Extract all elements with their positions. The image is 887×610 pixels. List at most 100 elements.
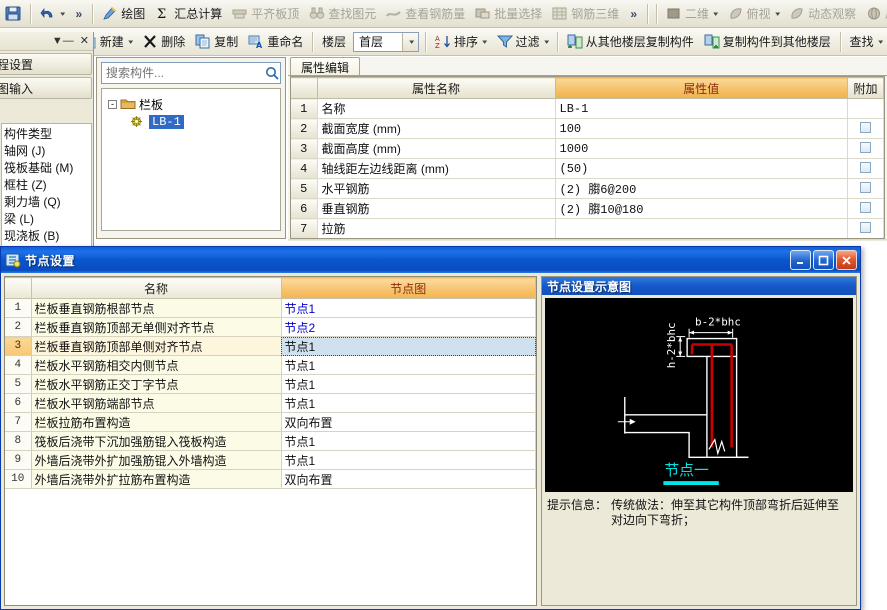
sidebar-item-cast-slab[interactable]: 现浇板 (B) [2,228,91,245]
tree-node-root[interactable]: - 栏板 [108,95,280,113]
close-button[interactable] [836,250,857,270]
table-row[interactable]: 5 栏板水平钢筋正交丁字节点 节点1 [5,374,536,394]
row-node[interactable]: 节点1 [281,431,536,451]
copy-button[interactable]: 复制 [190,31,243,53]
row-node[interactable]: 节点1 [281,450,536,470]
property-value[interactable]: (2) 䐢10@180 [555,198,848,219]
table-row[interactable]: 7 拉筋 [291,218,884,238]
table-row[interactable]: 10 外墙后浇带外扩拉筋布置构造 双向布置 [5,469,536,489]
attach-checkbox[interactable] [860,141,871,153]
chevron-down-icon[interactable]: ▾ [60,10,65,18]
table-row[interactable]: 8 筏板后浇带下沉加强筋锟入筏板构造 节点1 [5,431,536,451]
draw-button[interactable]: 绘图 [97,3,150,25]
collapse-icon[interactable]: - [108,99,117,109]
maximize-button[interactable] [813,250,834,270]
view-2d-button[interactable]: 二维 ▾ [661,3,723,25]
chevron-down-icon[interactable]: ▾ [482,38,487,46]
row-node[interactable]: 节点1 [281,393,536,413]
toolbar-view-group: 二维 ▾ 俯视 ▾ 动态观察 [661,1,887,27]
sidebar-item-beam[interactable]: 梁 (L) [2,211,91,228]
table-row[interactable]: 2 栏板垂直钢筋顶部无单侧对齐节点 节点2 [5,317,536,337]
table-row[interactable]: 7 栏板拉筋布置构造 双向布置 [5,412,536,432]
attach-checkbox[interactable] [860,181,871,193]
property-table-wrap[interactable]: 属性名称 属性值 附加 1 名称 LB-1 2 截面宽度 (mm) 100 3 … [290,76,885,239]
copy-from-other-floor-button[interactable]: 从其他楼层复制构件 [562,31,699,53]
rename-button[interactable]: A 重命名 [243,31,308,53]
pin-icon[interactable]: ▼— [52,35,74,47]
table-row[interactable]: 4 栏板水平钢筋相交内侧节点 节点1 [5,355,536,375]
dialog-titlebar[interactable]: 节点设置 [1,247,860,273]
table-row[interactable]: 6 垂直钢筋 (2) 䐢10@180 [291,198,884,219]
property-value[interactable]: (50) [555,158,848,179]
attach-checkbox[interactable] [860,121,871,133]
attach-checkbox[interactable] [860,201,871,213]
dynamic-observe-button[interactable]: 动态观察 [784,3,861,25]
row-node[interactable]: 双向布置 [281,469,536,489]
minimize-button[interactable] [790,250,811,270]
table-row[interactable]: 5 水平钢筋 (2) 䐢6@200 [291,178,884,199]
row-node[interactable]: 节点1 [281,374,536,394]
search-box[interactable] [101,62,281,84]
find-element-button[interactable]: 查找图元 [304,3,381,25]
folder-icon [120,97,136,112]
tree-node-lb1[interactable]: LB-1 [108,113,280,131]
table-row[interactable]: 4 轴线距左边线距离 (mm) (50) [291,158,884,179]
property-value[interactable]: (2) 䐢6@200 [555,178,848,199]
row-node[interactable]: 节点1 [281,355,536,375]
sort-button[interactable]: A Z 排序 ▾ [430,31,492,53]
sidebar-item-shear-wall[interactable]: 剩力墙 (Q) [2,194,91,211]
toolbar-main-overflow-button[interactable]: » [624,7,643,21]
table-row[interactable]: 1 栏板垂直钢筋根部节点 节点1 [5,298,536,318]
delete-button[interactable]: 删除 [137,31,190,53]
search-icon[interactable] [265,63,280,83]
attach-checkbox[interactable] [860,221,871,233]
copy-to-other-floor-button[interactable]: 复制构件到其他楼层 [699,31,836,53]
row-node[interactable]: 节点1 [281,336,536,356]
undo-button[interactable]: ▾ [35,3,70,25]
sidebar-item-raft-foundation[interactable]: 筏板基础 (M) [2,160,91,177]
row-node[interactable]: 节点1 [281,298,536,318]
toolbar-overflow-button[interactable]: » [70,7,89,21]
save-button[interactable] [0,3,26,25]
table-row-selected[interactable]: 3 栏板垂直钢筋顶部单侧对齐节点 节点1 [5,336,536,356]
table-row[interactable]: 2 截面宽度 (mm) 100 [291,118,884,139]
local-view-button[interactable]: 局部 [861,3,887,25]
tab-property-edit[interactable]: 属性编辑 [290,57,361,76]
chevron-down-icon[interactable]: ▾ [128,38,133,46]
filter-button[interactable]: 过滤 ▾ [492,31,554,53]
row-node[interactable]: 节点2 [281,317,536,337]
sidebar-item-frame-column[interactable]: 框柱 (Z) [2,177,91,194]
rebar-3d-button[interactable]: 钢筋三维 [547,3,624,25]
property-value[interactable]: 100 [555,118,848,139]
chevron-down-icon[interactable]: ▾ [402,32,419,51]
summary-calc-button[interactable]: Σ 汇总计算 [150,3,227,25]
property-value[interactable] [555,218,848,238]
chevron-down-icon[interactable]: ▾ [775,10,780,18]
table-row[interactable]: 6 栏板水平钢筋端部节点 节点1 [5,393,536,413]
search-input[interactable] [102,64,265,82]
row-index: 3 [291,138,318,159]
sidebar-item-drawing-input[interactable]: 图输入 [0,77,92,99]
floor-select[interactable]: 首层 ▾ [353,31,420,52]
find-button[interactable]: 查找 ▾ [845,31,887,53]
close-icon[interactable]: ✕ [80,35,89,47]
attach-checkbox[interactable] [860,161,871,173]
component-tree[interactable]: - 栏板 LB-1 [101,88,281,231]
top-view-button[interactable]: 俯视 ▾ [723,3,785,25]
property-value[interactable]: LB-1 [555,98,848,119]
sidebar-item-axis-net[interactable]: 轴网 (J) [2,143,91,160]
batch-select-button[interactable]: 批量选择 [470,3,547,25]
view-rebar-qty-button[interactable]: 查看钢筋量 [381,3,470,25]
node-list[interactable]: 名称 节点图 1 栏板垂直钢筋根部节点 节点1 2 栏板垂直钢筋顶部无单侧对齐节… [4,276,537,606]
table-row[interactable]: 9 外墙后浇带外扩加强筋锟入外墙构造 节点1 [5,450,536,470]
row-node[interactable]: 双向布置 [281,412,536,432]
table-row[interactable]: 3 截面高度 (mm) 1000 [291,138,884,159]
table-row[interactable]: 1 名称 LB-1 [291,98,884,119]
chevron-down-icon[interactable]: ▾ [878,38,883,46]
chevron-down-icon[interactable]: ▾ [544,38,549,46]
flush-slab-top-button[interactable]: 平齐板顶 [227,3,304,25]
chevron-down-icon[interactable]: ▾ [713,10,718,18]
sidebar-item-project-settings[interactable]: 程设置 [0,53,92,75]
property-value[interactable]: 1000 [555,138,848,159]
